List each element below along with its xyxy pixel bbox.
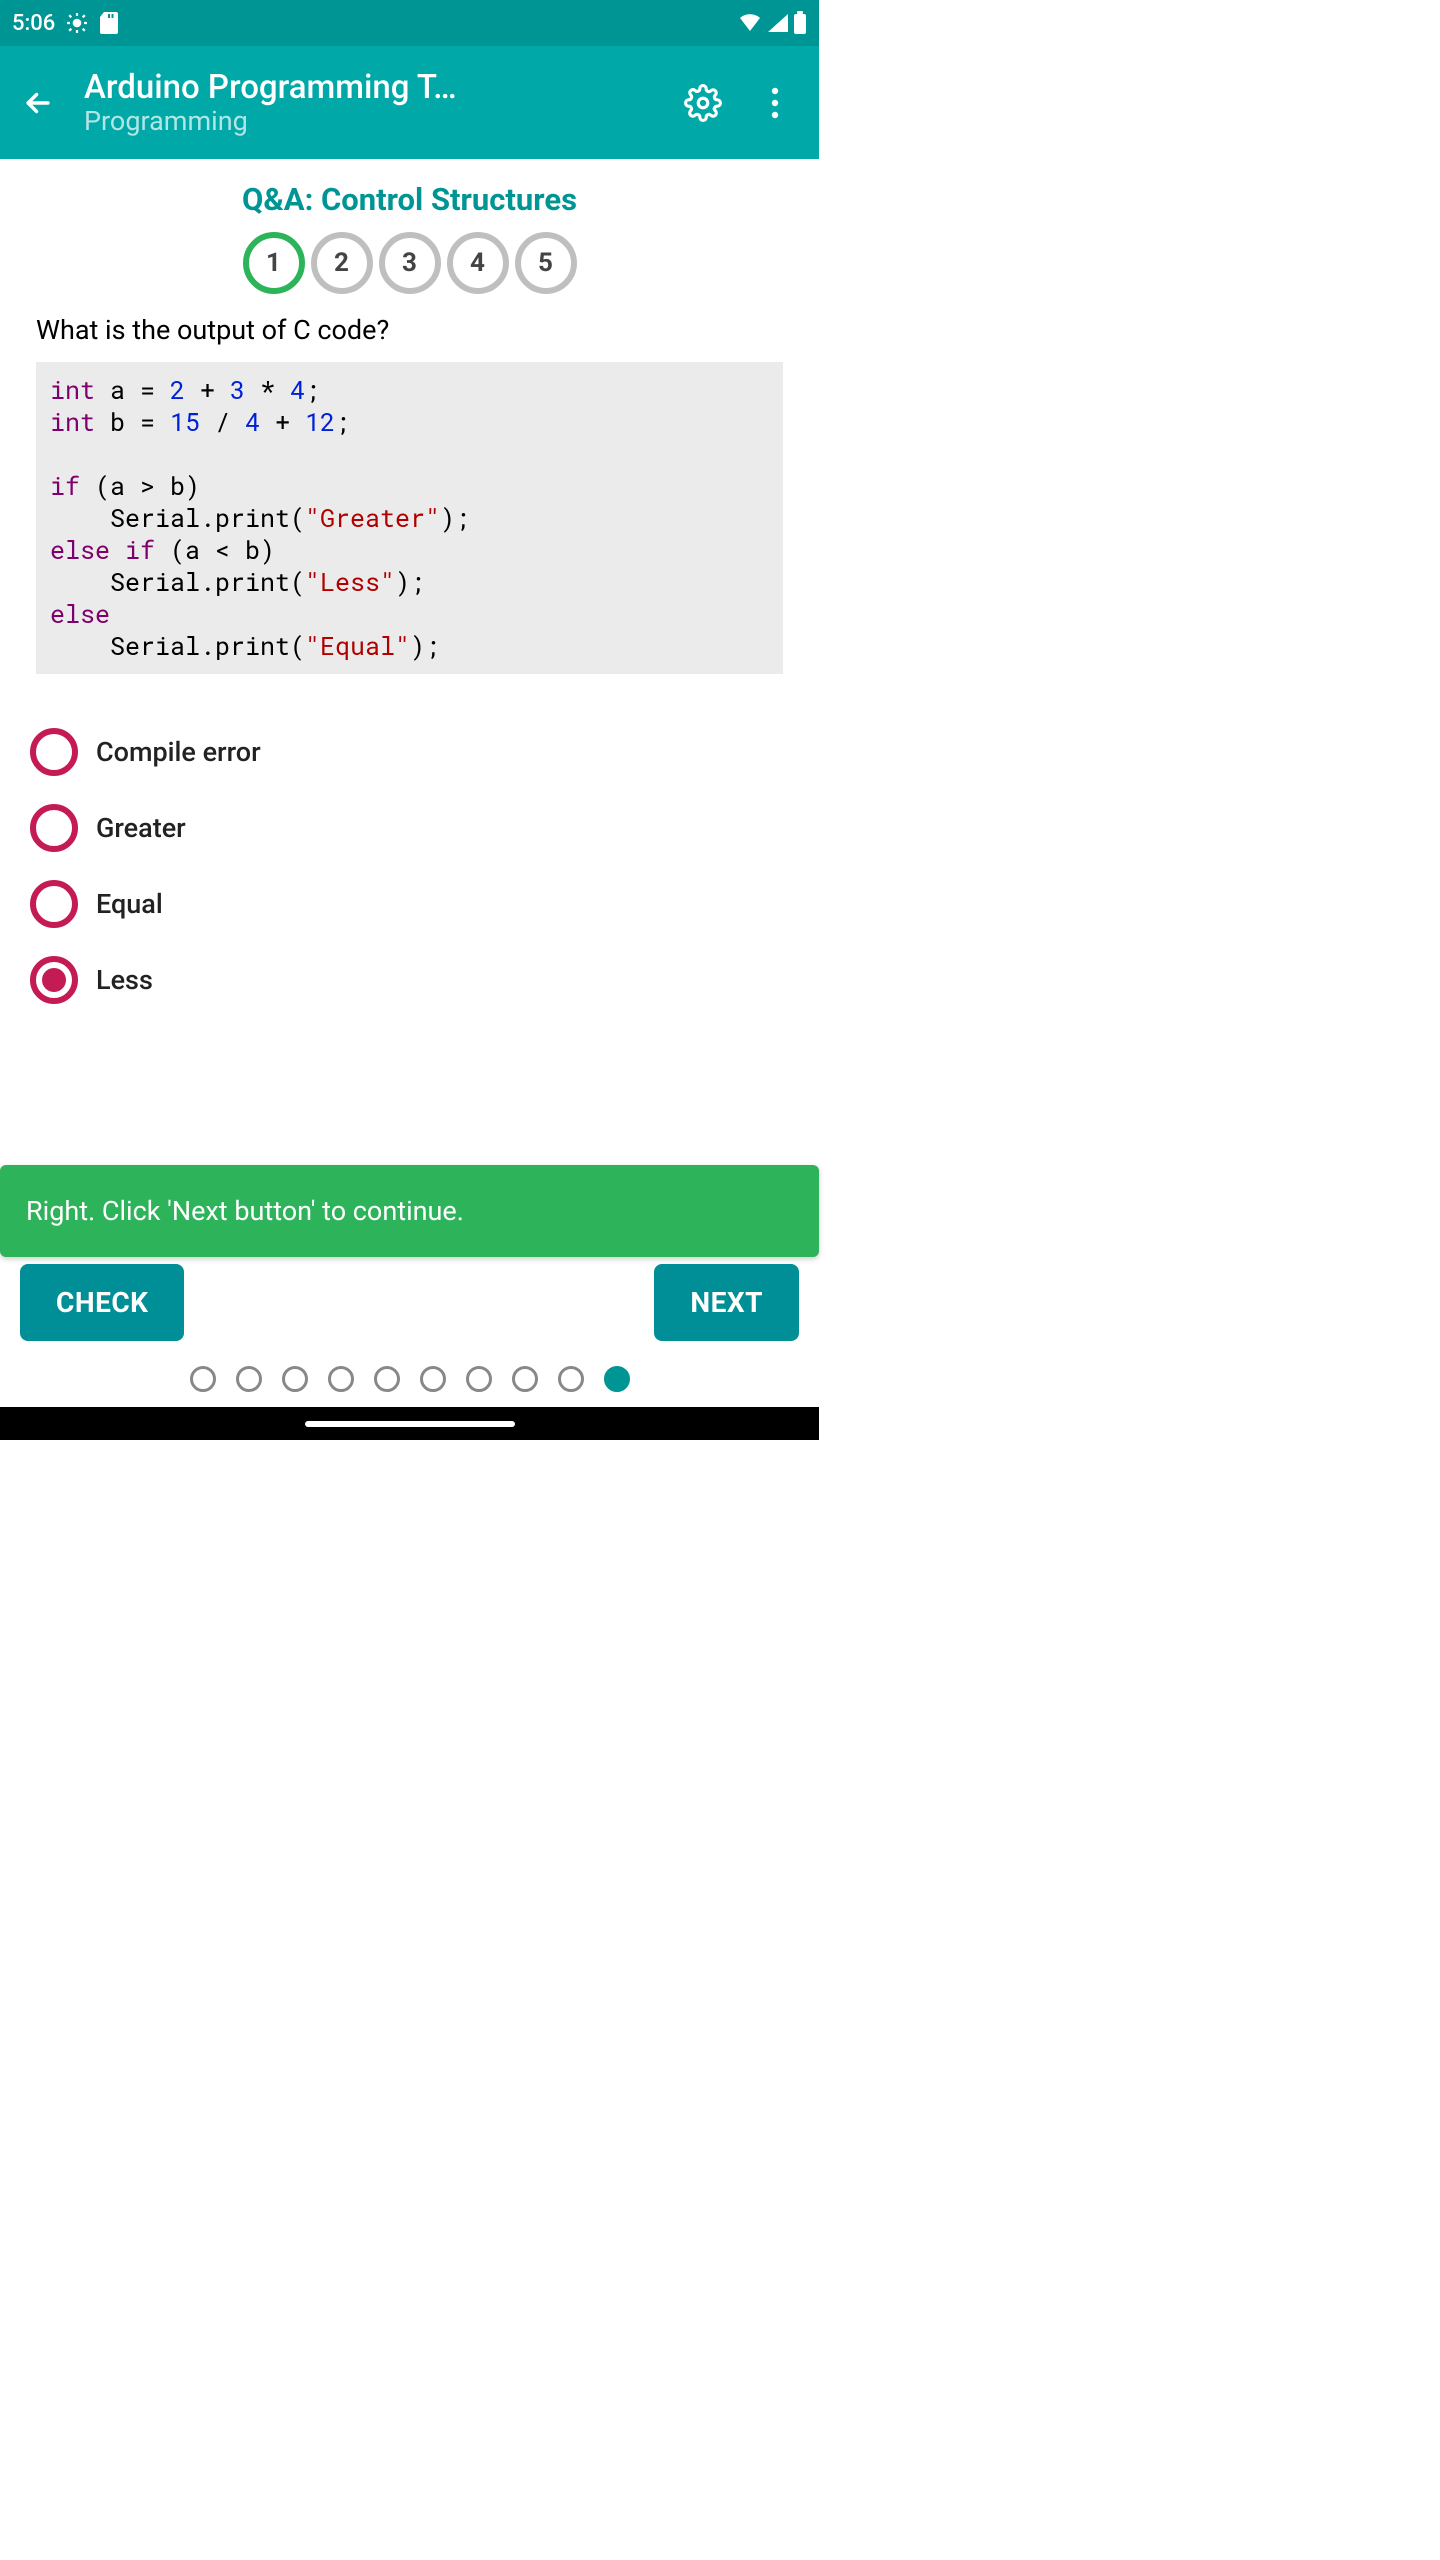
page-dot[interactable] <box>282 1366 308 1392</box>
page-dot[interactable] <box>420 1366 446 1392</box>
step-4[interactable]: 4 <box>447 232 509 294</box>
page-dot[interactable] <box>466 1366 492 1392</box>
back-button[interactable] <box>8 73 68 133</box>
step-indicator: 1 2 3 4 5 <box>16 232 803 294</box>
status-left: 5:06 <box>12 11 119 36</box>
button-row: CHECK NEXT <box>0 1257 819 1347</box>
settings-gear-status-icon <box>65 11 89 35</box>
code-block: int a = 2 + 3 * 4; int b = 15 / 4 + 12; … <box>36 362 783 674</box>
answer-option-equal[interactable]: Equal <box>16 866 803 942</box>
check-button[interactable]: CHECK <box>20 1264 184 1341</box>
appbar-subtitle: Programming <box>84 105 667 137</box>
page-dots <box>0 1347 819 1407</box>
settings-button[interactable] <box>675 75 731 131</box>
app-bar: Arduino Programming T… Programming <box>0 46 819 159</box>
cell-signal-icon <box>767 13 789 33</box>
page-dot[interactable] <box>512 1366 538 1392</box>
qa-heading: Q&A: Control Structures <box>16 159 803 232</box>
status-bar: 5:06 <box>0 0 819 46</box>
appbar-titles: Arduino Programming T… Programming <box>68 68 667 137</box>
page-dot-active[interactable] <box>604 1366 630 1392</box>
sd-card-icon <box>99 11 119 35</box>
wifi-icon <box>737 13 763 33</box>
android-navbar <box>0 1407 819 1440</box>
question-text: What is the output of C code? <box>16 314 803 362</box>
answer-label: Equal <box>96 888 163 920</box>
page-dot[interactable] <box>190 1366 216 1392</box>
answer-label: Compile error <box>96 736 261 768</box>
answer-option-greater[interactable]: Greater <box>16 790 803 866</box>
step-1[interactable]: 1 <box>243 232 305 294</box>
answer-list: Compile error Greater Equal Less <box>16 674 803 1018</box>
radio-icon <box>30 728 78 776</box>
battery-icon <box>793 11 807 35</box>
page-dot[interactable] <box>328 1366 354 1392</box>
gear-icon <box>684 84 722 122</box>
page-dot[interactable] <box>558 1366 584 1392</box>
page-dot[interactable] <box>374 1366 400 1392</box>
next-button[interactable]: NEXT <box>654 1264 799 1341</box>
radio-icon <box>30 804 78 852</box>
overflow-menu-button[interactable] <box>747 75 803 131</box>
status-time: 5:06 <box>12 11 55 36</box>
radio-icon <box>30 956 78 1004</box>
answer-label: Greater <box>96 812 186 844</box>
feedback-banner: Right. Click 'Next button' to continue. <box>0 1165 819 1257</box>
step-2[interactable]: 2 <box>311 232 373 294</box>
kebab-icon <box>771 87 779 119</box>
page-dot[interactable] <box>236 1366 262 1392</box>
nav-handle[interactable] <box>305 1421 515 1427</box>
answer-label: Less <box>96 964 153 996</box>
appbar-title: Arduino Programming T… <box>84 68 667 107</box>
answer-option-compile-error[interactable]: Compile error <box>16 714 803 790</box>
step-3[interactable]: 3 <box>379 232 441 294</box>
radio-icon <box>30 880 78 928</box>
status-right <box>737 11 807 35</box>
answer-option-less[interactable]: Less <box>16 942 803 1018</box>
content-area: Q&A: Control Structures 1 2 3 4 5 What i… <box>0 159 819 1257</box>
arrow-left-icon <box>21 86 55 120</box>
step-5[interactable]: 5 <box>515 232 577 294</box>
